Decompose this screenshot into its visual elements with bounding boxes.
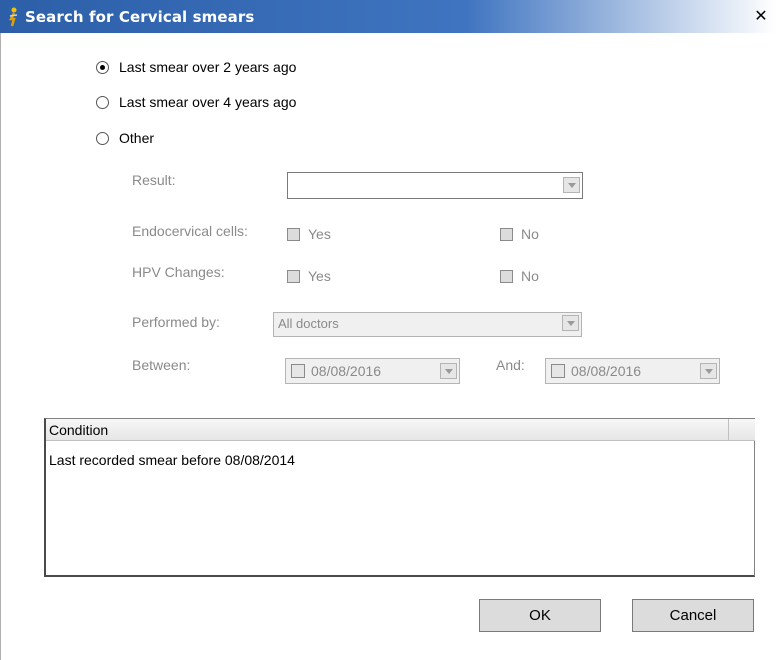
between-date-picker[interactable]: 08/08/2016 [285,358,460,384]
option-label: Last smear over 2 years ago [119,59,297,75]
ok-button[interactable]: OK [479,599,601,632]
option-other[interactable]: Other [96,128,154,148]
no-label: No [521,226,539,242]
title-bar: Search for Cervical smears ✕ [0,0,776,33]
radio-button[interactable] [96,95,109,109]
window-title: Search for Cervical smears [25,8,255,26]
and-date: 08/08/2016 [571,363,642,379]
between-date: 08/08/2016 [311,363,382,379]
app-figure-icon [8,7,18,27]
option-label: Last smear over 4 years ago [119,94,297,110]
hpv-no[interactable]: No [500,267,539,285]
chevron-down-icon[interactable] [562,315,579,331]
chevron-down-icon[interactable] [700,363,717,379]
condition-list[interactable]: Condition Last recorded smear before 08/… [44,418,755,577]
column-header-label: Condition [49,422,109,438]
performed-by-dropdown[interactable]: All doctors [273,312,582,337]
no-label: No [521,268,539,284]
result-dropdown[interactable] [287,172,583,199]
checkbox[interactable] [500,269,513,283]
result-label: Result: [132,172,176,188]
option-2-years[interactable]: Last smear over 2 years ago [96,57,296,77]
hpv-yes[interactable]: Yes [287,267,331,285]
column-header-filler [729,419,755,441]
date-enable-checkbox[interactable] [291,364,305,378]
cancel-button[interactable]: Cancel [632,599,754,632]
radio-button[interactable] [96,60,109,74]
window-border [0,33,1,660]
and-label: And: [496,357,525,373]
hpv-label: HPV Changes: [132,264,225,280]
performed-by-value: All doctors [278,316,339,331]
between-label: Between: [132,357,191,373]
endocervical-yes[interactable]: Yes [287,225,331,243]
list-item[interactable]: Last recorded smear before 08/08/2014 [49,452,295,468]
option-label: Other [119,130,155,146]
and-date-picker[interactable]: 08/08/2016 [545,358,720,384]
close-button[interactable]: ✕ [751,8,771,26]
checkbox[interactable] [500,227,513,241]
yes-label: Yes [308,268,331,284]
chevron-down-icon[interactable] [563,177,580,193]
radio-button[interactable] [96,131,109,145]
date-enable-checkbox[interactable] [551,364,565,378]
checkbox[interactable] [287,269,300,283]
column-header-condition[interactable]: Condition [46,419,729,441]
checkbox[interactable] [287,227,300,241]
endocervical-no[interactable]: No [500,225,539,243]
yes-label: Yes [308,226,331,242]
endocervical-label: Endocervical cells: [132,223,248,239]
performed-by-label: Performed by: [132,314,220,330]
chevron-down-icon[interactable] [440,363,457,379]
option-4-years[interactable]: Last smear over 4 years ago [96,92,296,112]
